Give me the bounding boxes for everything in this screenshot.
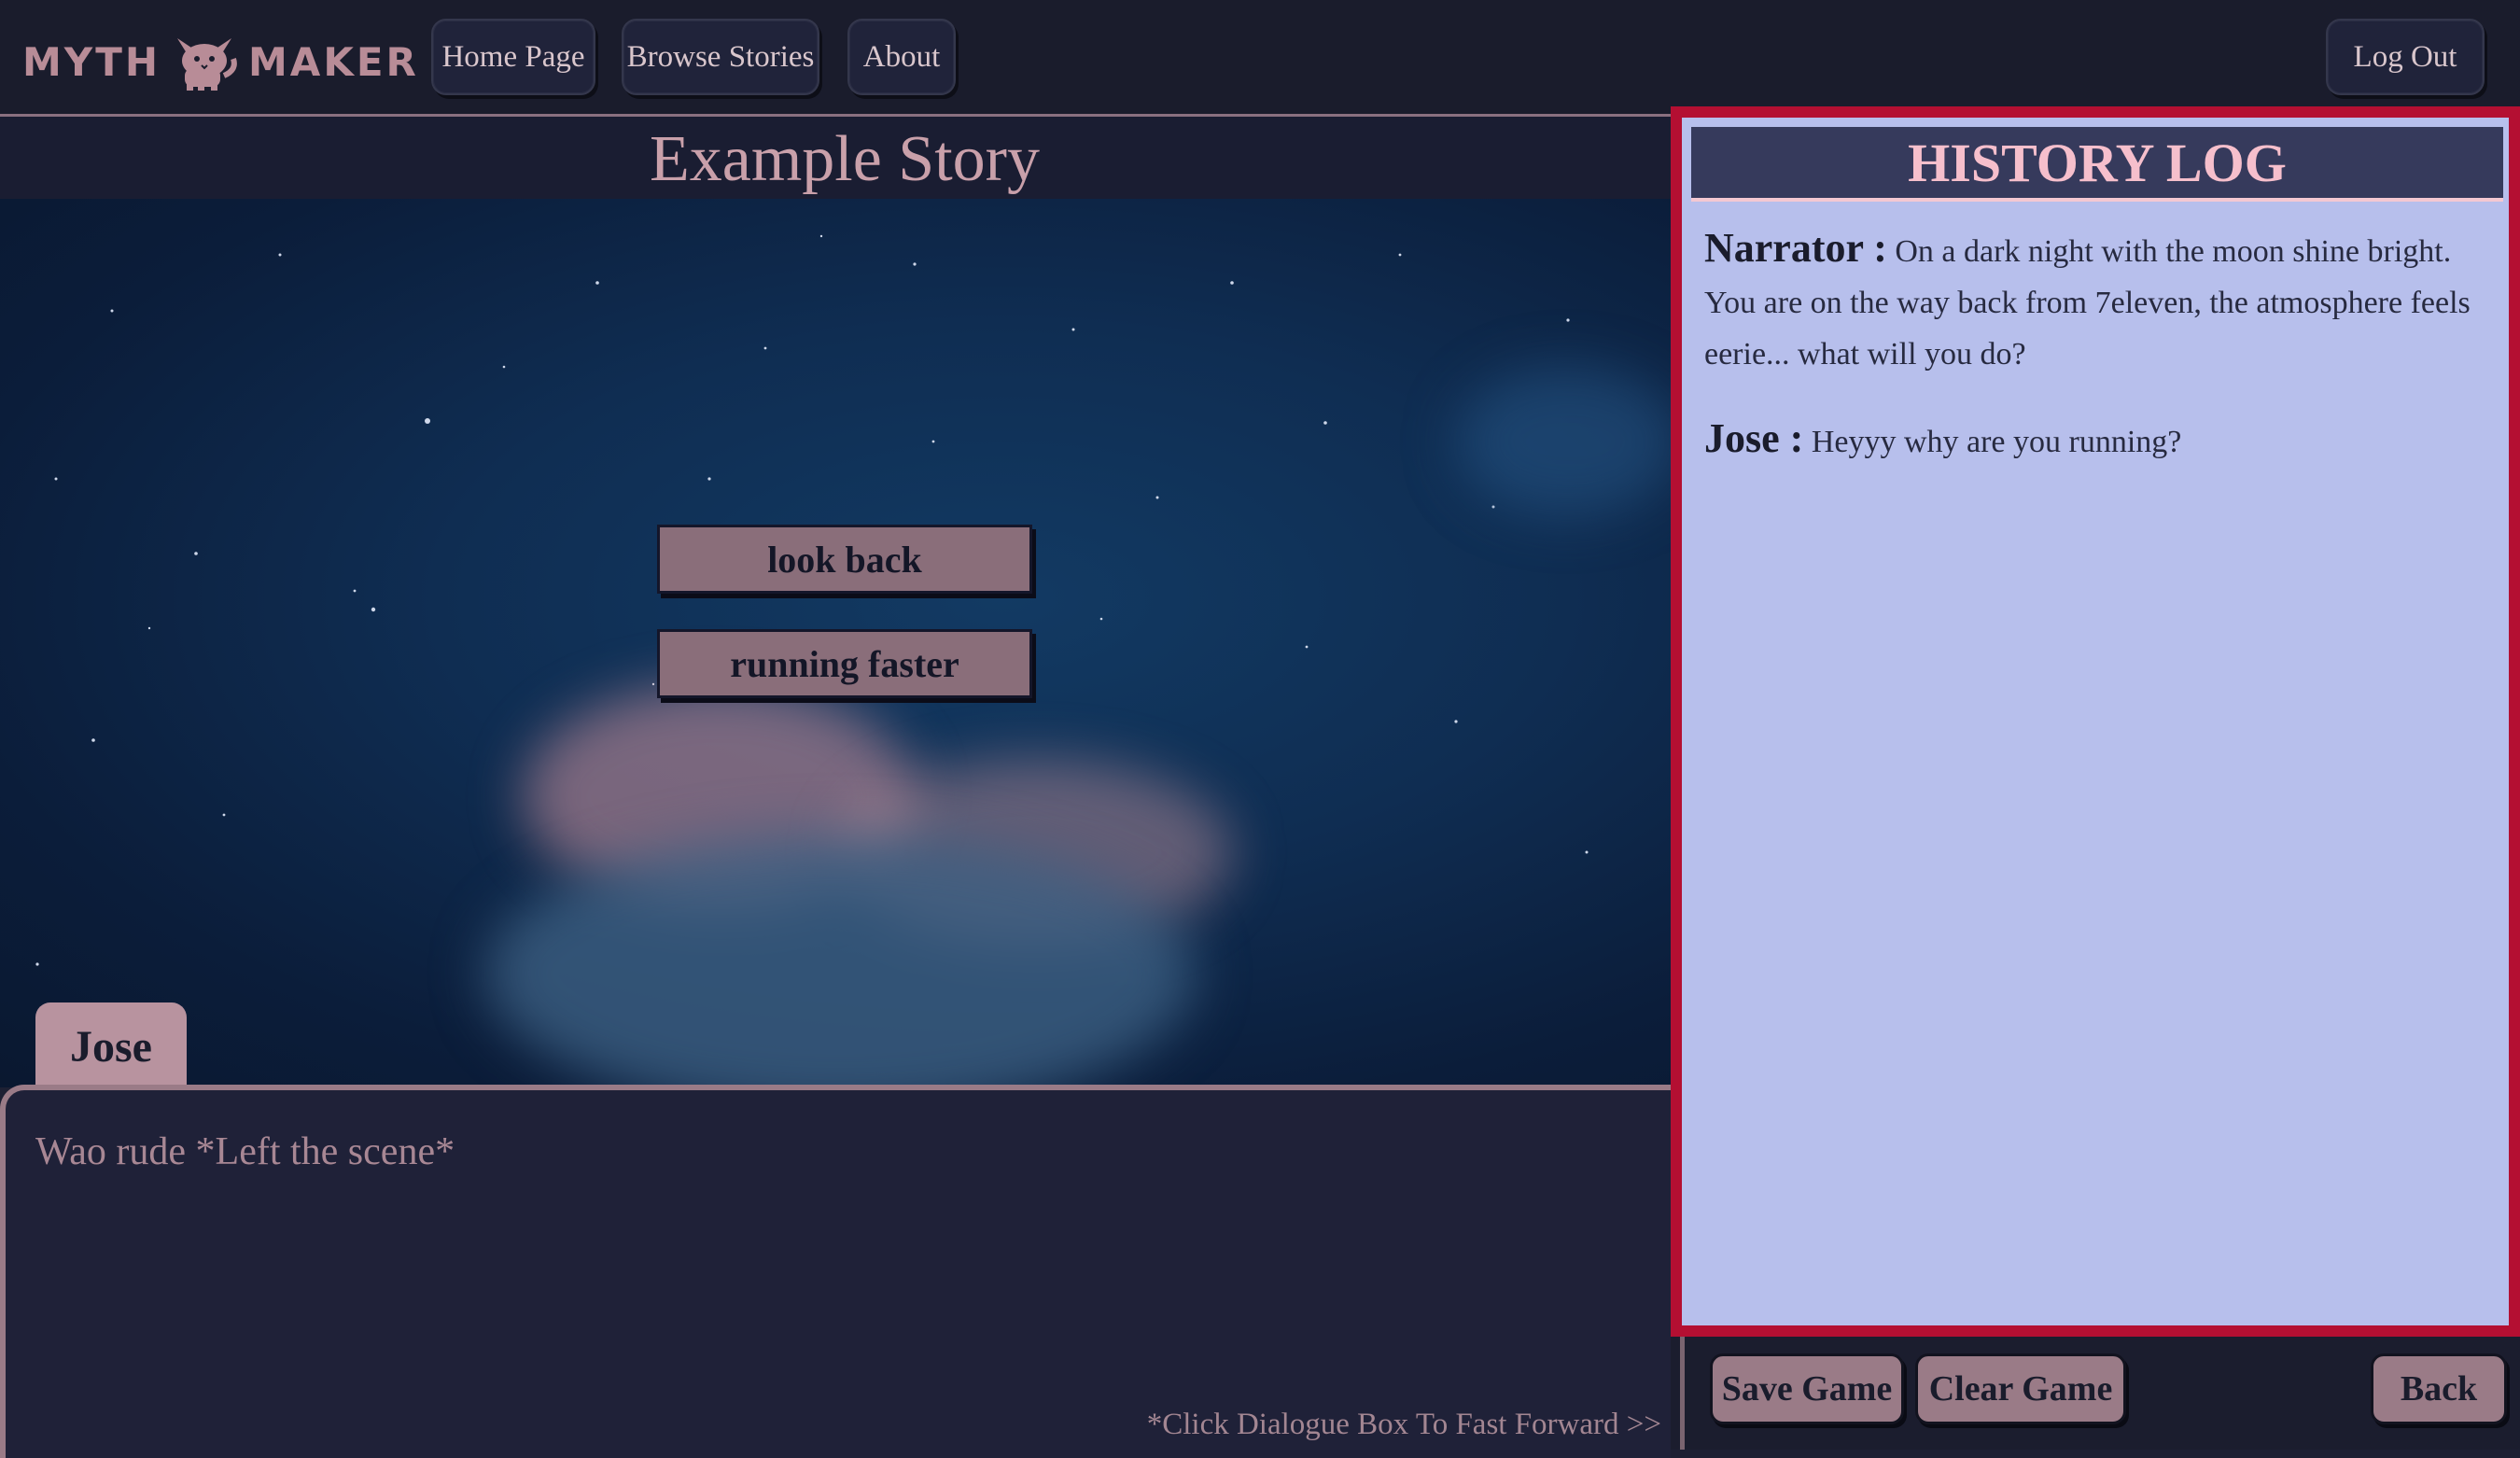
speaker-name-tab: Jose [35, 1002, 187, 1090]
nav-home-button[interactable]: Home Page [431, 19, 595, 95]
logo[interactable]: MYTH MAKER [22, 34, 419, 91]
logo-text-left: MYTH [22, 38, 161, 85]
fast-forward-hint: *Click Dialogue Box To Fast Forward >> [1146, 1408, 1661, 1441]
logo-text-right: MAKER [248, 38, 419, 85]
choice-look-back-button[interactable]: look back [657, 525, 1032, 594]
choice-running-faster-button[interactable]: running faster [657, 629, 1032, 698]
clear-game-button[interactable]: Clear Game [1915, 1353, 2126, 1424]
dialogue-text: Wao rude *Left the scene* [35, 1130, 455, 1173]
save-game-button[interactable]: Save Game [1710, 1353, 1904, 1424]
story-title: Example Story [650, 123, 1040, 195]
history-entry: Jose : Heyyy why are you running? [1704, 413, 2485, 468]
back-button[interactable]: Back [2371, 1353, 2507, 1424]
history-speaker: Narrator : [1704, 225, 1887, 271]
nav-about-button[interactable]: About [847, 19, 956, 95]
history-log-title: HISTORY LOG [1908, 133, 2287, 193]
nav-browse-stories-button[interactable]: Browse Stories [622, 19, 819, 95]
history-speaker: Jose : [1704, 415, 1804, 461]
cloud [1456, 367, 1671, 516]
history-entry: Narrator : On a dark night with the moon… [1704, 222, 2485, 380]
cat-mascot-icon [177, 38, 237, 91]
logout-button[interactable]: Log Out [2326, 19, 2485, 95]
history-text: Heyyy why are you running? [1811, 425, 2182, 459]
